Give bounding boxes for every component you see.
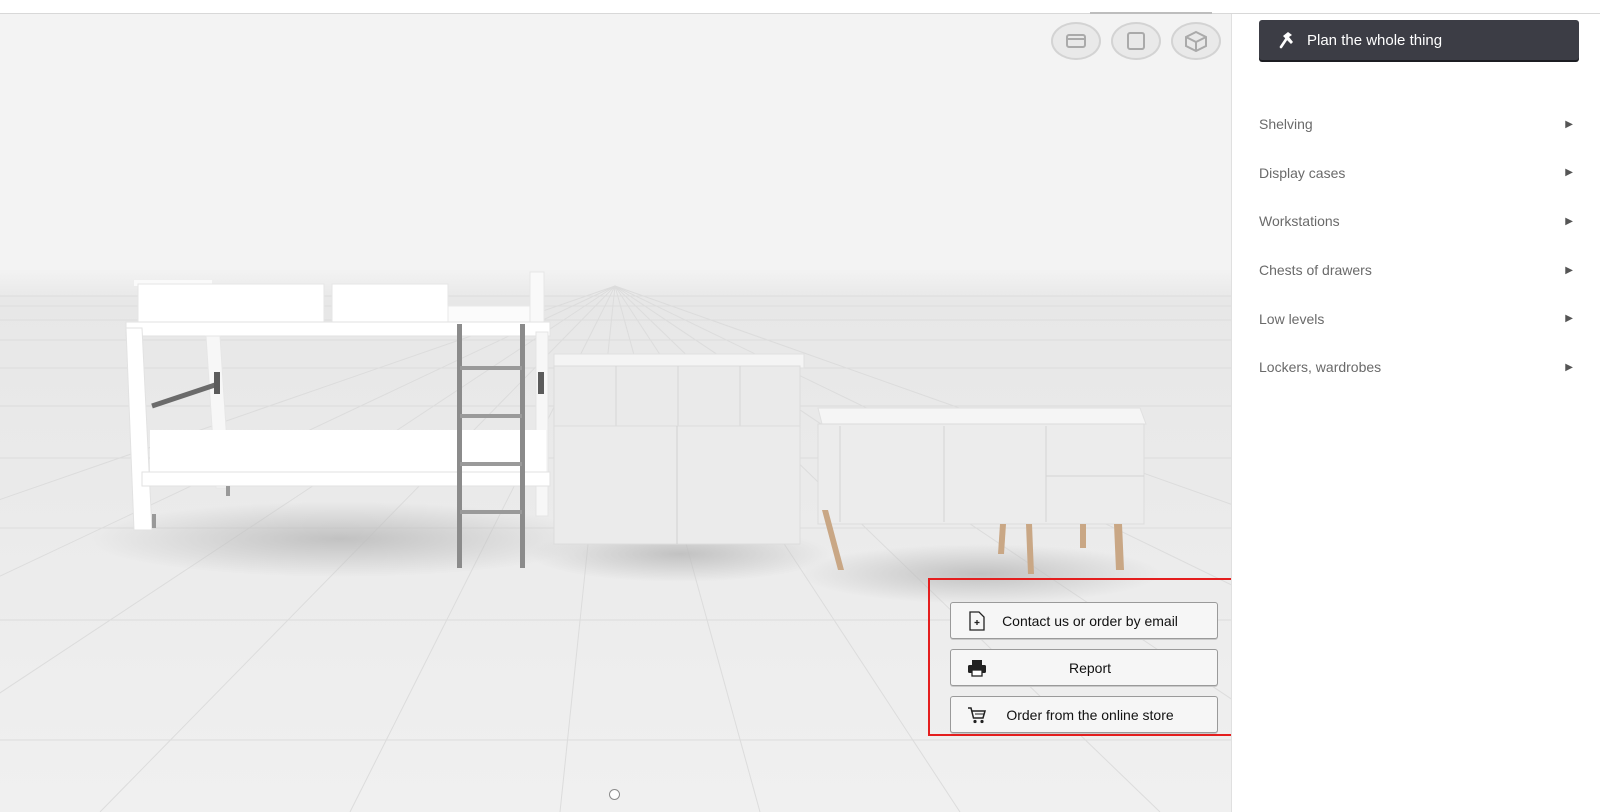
expand-arrow-icon: ▶: [1565, 215, 1573, 227]
category-label: Low levels: [1259, 310, 1325, 327]
category-workstations[interactable]: Workstations ▶: [1259, 197, 1579, 246]
front-view-icon[interactable]: [1111, 22, 1161, 60]
contact-email-button[interactable]: Contact us or order by email: [950, 602, 1218, 639]
online-store-label: Order from the online store: [1006, 706, 1174, 723]
carousel-indicator[interactable]: [609, 789, 620, 800]
view-mode-toolbar: [1051, 22, 1221, 60]
3d-view-icon[interactable]: [1171, 22, 1221, 60]
category-label: Lockers, wardrobes: [1259, 359, 1382, 376]
cart-icon: [965, 703, 989, 727]
plan-whole-thing-label: Plan the whole thing: [1307, 31, 1443, 49]
report-label: Report: [1068, 659, 1112, 676]
report-button[interactable]: Report: [950, 649, 1218, 686]
category-label: Chests of drawers: [1259, 262, 1372, 279]
sidebar: Plan the whole thing Shelving ▶ Display …: [1231, 14, 1600, 812]
category-display-cases[interactable]: Display cases ▶: [1259, 149, 1579, 198]
hammer-icon: [1275, 29, 1297, 51]
document-icon: [965, 609, 989, 633]
category-label: Display cases: [1259, 164, 1346, 181]
category-label: Shelving: [1259, 116, 1313, 133]
printer-icon: [965, 656, 989, 680]
category-chests-of-drawers[interactable]: Chests of drawers ▶: [1259, 246, 1579, 295]
expand-arrow-icon: ▶: [1565, 313, 1573, 325]
expand-arrow-icon: ▶: [1565, 167, 1573, 179]
top-bar: [0, 0, 1600, 14]
category-lockers-wardrobes[interactable]: Lockers, wardrobes ▶: [1259, 343, 1579, 392]
expand-arrow-icon: ▶: [1565, 264, 1573, 276]
expand-arrow-icon: ▶: [1565, 118, 1573, 130]
category-low-levels[interactable]: Low levels ▶: [1259, 294, 1579, 343]
category-label: Workstations: [1259, 213, 1340, 230]
top-view-icon[interactable]: [1051, 22, 1101, 60]
expand-arrow-icon: ▶: [1565, 361, 1573, 373]
category-shelving[interactable]: Shelving ▶: [1259, 100, 1579, 149]
category-list: Shelving ▶ Display cases ▶ Workstations …: [1259, 100, 1579, 392]
tall-cabinet-model: [553, 353, 805, 545]
action-button-panel: Contact us or order by email Report Orde…: [928, 578, 1235, 736]
online-store-button[interactable]: Order from the online store: [950, 696, 1218, 733]
contact-email-label: Contact us or order by email: [1002, 612, 1178, 629]
plan-whole-thing-button[interactable]: Plan the whole thing: [1259, 20, 1579, 60]
